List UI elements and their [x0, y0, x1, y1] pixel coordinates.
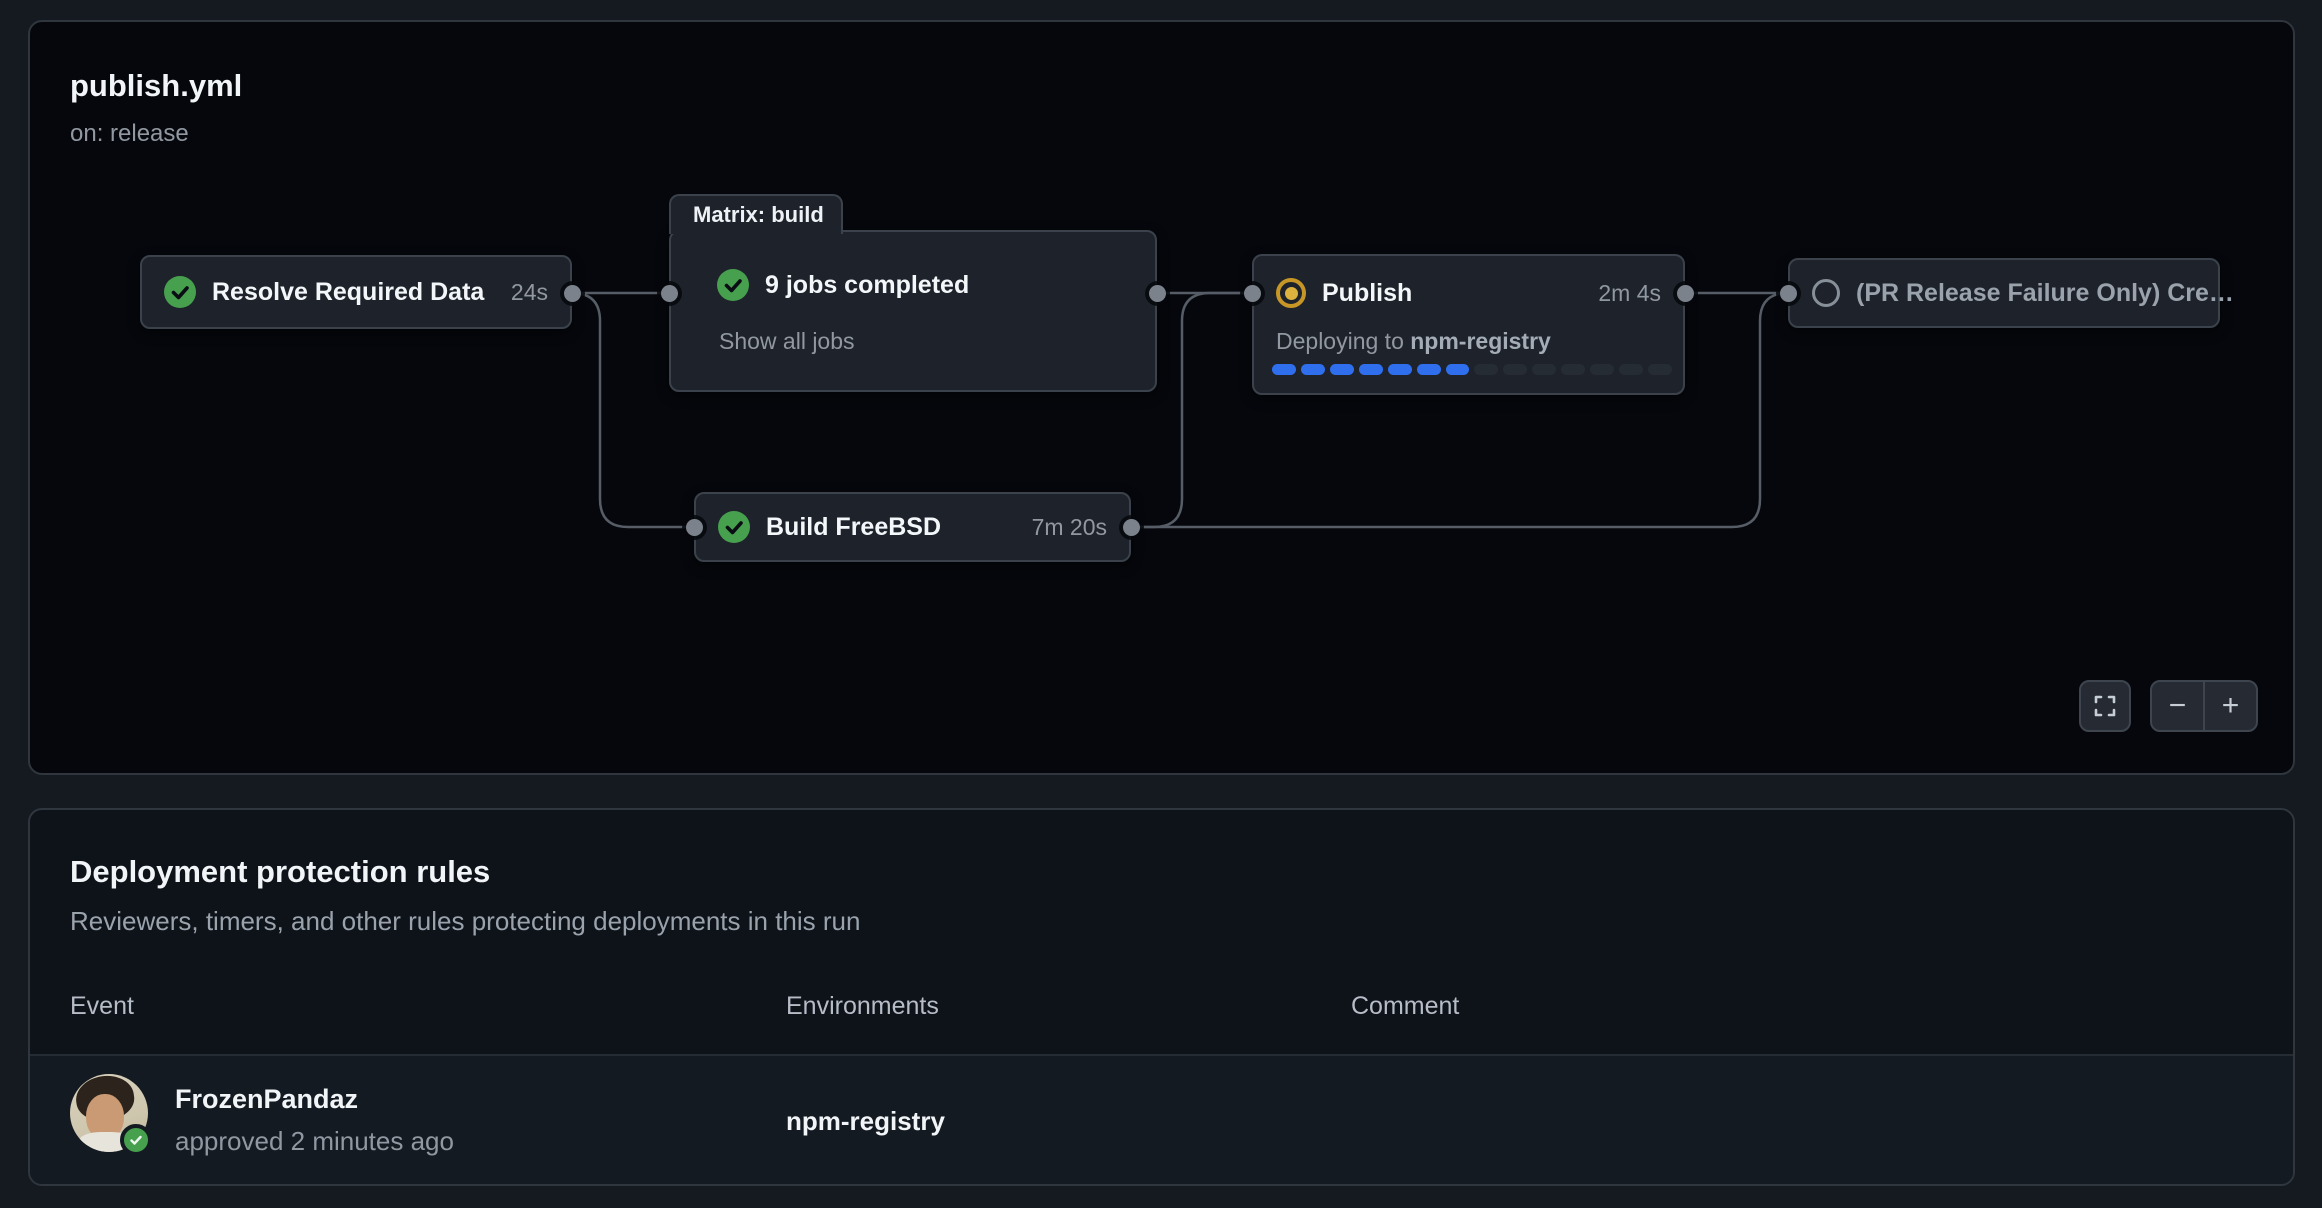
column-header-comment: Comment	[1351, 992, 1459, 1021]
column-header-event: Event	[70, 992, 134, 1021]
workflow-edges	[30, 22, 2297, 777]
progress-segment	[1532, 364, 1556, 375]
job-label: (PR Release Failure Only) Cre…	[1856, 279, 2234, 308]
deploy-prefix: Deploying to	[1276, 328, 1410, 354]
fullscreen-button[interactable]	[2079, 680, 2131, 732]
fullscreen-icon	[2093, 694, 2117, 718]
minus-icon: −	[2169, 691, 2187, 721]
progress-segment	[1590, 364, 1614, 375]
connector-dot	[686, 519, 703, 536]
approved-badge-icon	[120, 1124, 152, 1156]
connector-dot	[1123, 519, 1140, 536]
progress-segment	[1561, 364, 1585, 375]
connector-dot	[1149, 285, 1166, 302]
job-duration: 2m 4s	[1598, 280, 1661, 307]
in-progress-icon	[1276, 278, 1306, 308]
deploy-status-text: Deploying to npm-registry	[1276, 328, 1551, 355]
matrix-group-tab: Matrix: build	[669, 194, 843, 234]
connector-dot	[661, 285, 678, 302]
progress-segment	[1474, 364, 1498, 375]
deployment-protection-rules-panel: Deployment protection rules Reviewers, t…	[28, 808, 2295, 1186]
progress-segment	[1446, 364, 1470, 375]
connector-dot	[1244, 285, 1261, 302]
workflow-graph-panel: publish.yml on: release Resolve Required…	[28, 20, 2295, 775]
job-label: Resolve Required Data	[212, 278, 495, 307]
rules-panel-title: Deployment protection rules	[70, 854, 490, 890]
table-row: FrozenPandaz approved 2 minutes ago npm-…	[30, 1056, 2293, 1184]
job-node-resolve-required-data[interactable]: Resolve Required Data 24s	[140, 255, 572, 329]
job-node-publish[interactable]: Publish 2m 4s Deploying to npm-registry	[1252, 254, 1685, 395]
zoom-control-group: − +	[2150, 680, 2258, 732]
connector-dot	[1780, 285, 1797, 302]
progress-segment	[1648, 364, 1672, 375]
job-node-pr-release-failure[interactable]: (PR Release Failure Only) Cre…	[1788, 258, 2220, 328]
job-node-build-freebsd[interactable]: Build FreeBSD 7m 20s	[694, 492, 1131, 562]
approval-status-text: approved 2 minutes ago	[175, 1126, 454, 1157]
progress-segment	[1359, 364, 1383, 375]
job-label: 9 jobs completed	[765, 271, 1133, 300]
environment-name: npm-registry	[786, 1106, 945, 1137]
connector-dot	[1677, 285, 1694, 302]
show-all-jobs-link[interactable]: Show all jobs	[719, 328, 855, 355]
check-circle-icon	[717, 269, 749, 301]
progress-segment	[1272, 364, 1296, 375]
progress-segment	[1503, 364, 1527, 375]
rules-panel-subtitle: Reviewers, timers, and other rules prote…	[70, 906, 860, 937]
column-header-environments: Environments	[786, 992, 939, 1021]
zoom-in-button[interactable]: +	[2205, 682, 2256, 730]
user-avatar[interactable]	[70, 1074, 148, 1152]
plus-icon: +	[2222, 691, 2240, 721]
progress-segment	[1330, 364, 1354, 375]
job-label: Publish	[1322, 279, 1582, 308]
connector-dot	[564, 285, 581, 302]
check-circle-icon	[164, 276, 196, 308]
job-duration: 24s	[511, 279, 548, 306]
zoom-out-button[interactable]: −	[2152, 682, 2205, 730]
matrix-tab-label: Matrix: build	[693, 202, 824, 228]
check-circle-icon	[718, 511, 750, 543]
pending-circle-icon	[1812, 279, 1840, 307]
progress-segment	[1417, 364, 1441, 375]
progress-segment	[1619, 364, 1643, 375]
job-label: Build FreeBSD	[766, 513, 1016, 542]
user-name-link[interactable]: FrozenPandaz	[175, 1084, 358, 1115]
progress-segment	[1388, 364, 1412, 375]
deploy-progress	[1272, 364, 1672, 375]
progress-segment	[1301, 364, 1325, 375]
deploy-target: npm-registry	[1410, 328, 1551, 354]
job-node-matrix-build[interactable]: 9 jobs completed Show all jobs	[669, 230, 1157, 392]
job-duration: 7m 20s	[1032, 514, 1107, 541]
